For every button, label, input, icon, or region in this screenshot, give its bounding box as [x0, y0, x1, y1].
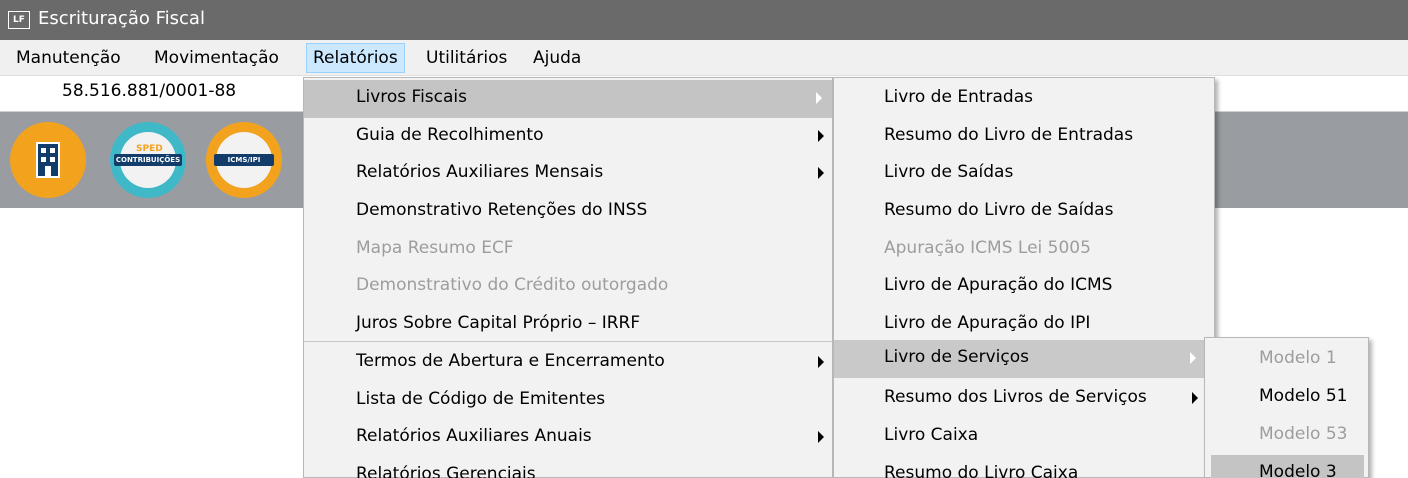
icms-ipi-icon[interactable]: ICMS/IPI: [206, 122, 282, 198]
menu-item-resumo-livro-caixa[interactable]: Resumo do Livro Caixa: [834, 456, 1214, 478]
menu-item-credito-outorgado: Demonstrativo do Crédito outorgado: [356, 275, 669, 295]
submenu-arrow-icon: [818, 431, 824, 443]
livros-fiscais-menu: Livro de Entradas Resumo do Livro de Ent…: [833, 77, 1215, 478]
menu-bar: Manutenção Movimentação Relatórios Utili…: [0, 40, 1408, 76]
livro-servicos-menu: Modelo 1 Modelo 51 Modelo 53 Modelo 3: [1204, 337, 1369, 478]
menu-separator: [304, 341, 832, 342]
menu-item-livro-servicos[interactable]: Livro de Serviços: [834, 340, 1214, 378]
menu-movimentacao[interactable]: Movimentação: [154, 48, 279, 68]
menu-item-modelo-1: Modelo 1: [1259, 348, 1337, 368]
menu-item-livros-fiscais[interactable]: Livros Fiscais: [304, 80, 832, 118]
menu-item-resumo-livro-saidas[interactable]: Resumo do Livro de Saídas: [834, 193, 1214, 231]
title-bar: LF Escrituração Fiscal: [0, 0, 1408, 40]
menu-item-livro-caixa[interactable]: Livro Caixa: [834, 418, 1214, 456]
menu-manutencao[interactable]: Manutenção: [16, 48, 121, 68]
menu-item-modelo-51[interactable]: Modelo 51: [1205, 379, 1368, 417]
sped-contribuicoes-icon[interactable]: SPED CONTRIBUIÇÕES: [110, 122, 186, 198]
submenu-arrow-icon: [818, 130, 824, 142]
menu-item-lista-emitentes[interactable]: Lista de Código de Emitentes: [304, 382, 832, 420]
menu-item-relatorios-gerenciais[interactable]: Relatórios Gerenciais: [304, 457, 832, 478]
menu-item-apuracao-icms-lei: Apuração ICMS Lei 5005: [884, 238, 1091, 258]
menu-item-livro-saidas[interactable]: Livro de Saídas: [834, 155, 1214, 193]
submenu-arrow-icon: [816, 92, 822, 104]
submenu-arrow-icon: [1190, 352, 1196, 364]
menu-item-resumo-livro-entradas[interactable]: Resumo do Livro de Entradas: [834, 118, 1214, 156]
menu-relatorios[interactable]: Relatórios: [306, 43, 405, 73]
menu-item-livro-entradas[interactable]: Livro de Entradas: [834, 80, 1214, 118]
sped-label: SPED: [136, 144, 163, 154]
menu-item-relatorios-auxiliares-mensais[interactable]: Relatórios Auxiliares Mensais: [304, 155, 832, 193]
app-icon: LF: [8, 11, 30, 29]
menu-ajuda[interactable]: Ajuda: [533, 48, 581, 68]
submenu-arrow-icon: [818, 167, 824, 179]
icms-ipi-label: ICMS/IPI: [214, 154, 274, 166]
contribuicoes-label: CONTRIBUIÇÕES: [114, 154, 182, 166]
menu-item-apuracao-ipi[interactable]: Livro de Apuração do IPI: [834, 306, 1214, 344]
menu-item-modelo-53: Modelo 53: [1259, 424, 1348, 444]
menu-utilitarios[interactable]: Utilitários: [426, 48, 507, 68]
menu-item-juros-capital-proprio[interactable]: Juros Sobre Capital Próprio – IRRF: [304, 306, 832, 344]
submenu-arrow-icon: [1192, 392, 1198, 404]
building-icon[interactable]: [10, 122, 86, 198]
window-title: Escrituração Fiscal: [38, 8, 205, 29]
menu-item-mapa-resumo-ecf: Mapa Resumo ECF: [356, 238, 514, 258]
company-cnpj: 58.516.881/0001-88: [62, 81, 237, 101]
menu-item-resumo-livros-servicos[interactable]: Resumo dos Livros de Serviços: [834, 380, 1214, 418]
submenu-arrow-icon: [818, 356, 824, 368]
menu-item-relatorios-auxiliares-anuais[interactable]: Relatórios Auxiliares Anuais: [304, 419, 832, 457]
menu-item-modelo-3[interactable]: Modelo 3: [1211, 455, 1364, 478]
relatorios-menu: Livros Fiscais Guia de Recolhimento Rela…: [303, 77, 833, 478]
menu-item-demonstrativo-inss[interactable]: Demonstrativo Retenções do INSS: [304, 193, 832, 231]
menu-item-guia-recolhimento[interactable]: Guia de Recolhimento: [304, 118, 832, 156]
menu-item-apuracao-icms[interactable]: Livro de Apuração do ICMS: [834, 268, 1214, 306]
menu-item-termos-abertura[interactable]: Termos de Abertura e Encerramento: [304, 344, 832, 382]
